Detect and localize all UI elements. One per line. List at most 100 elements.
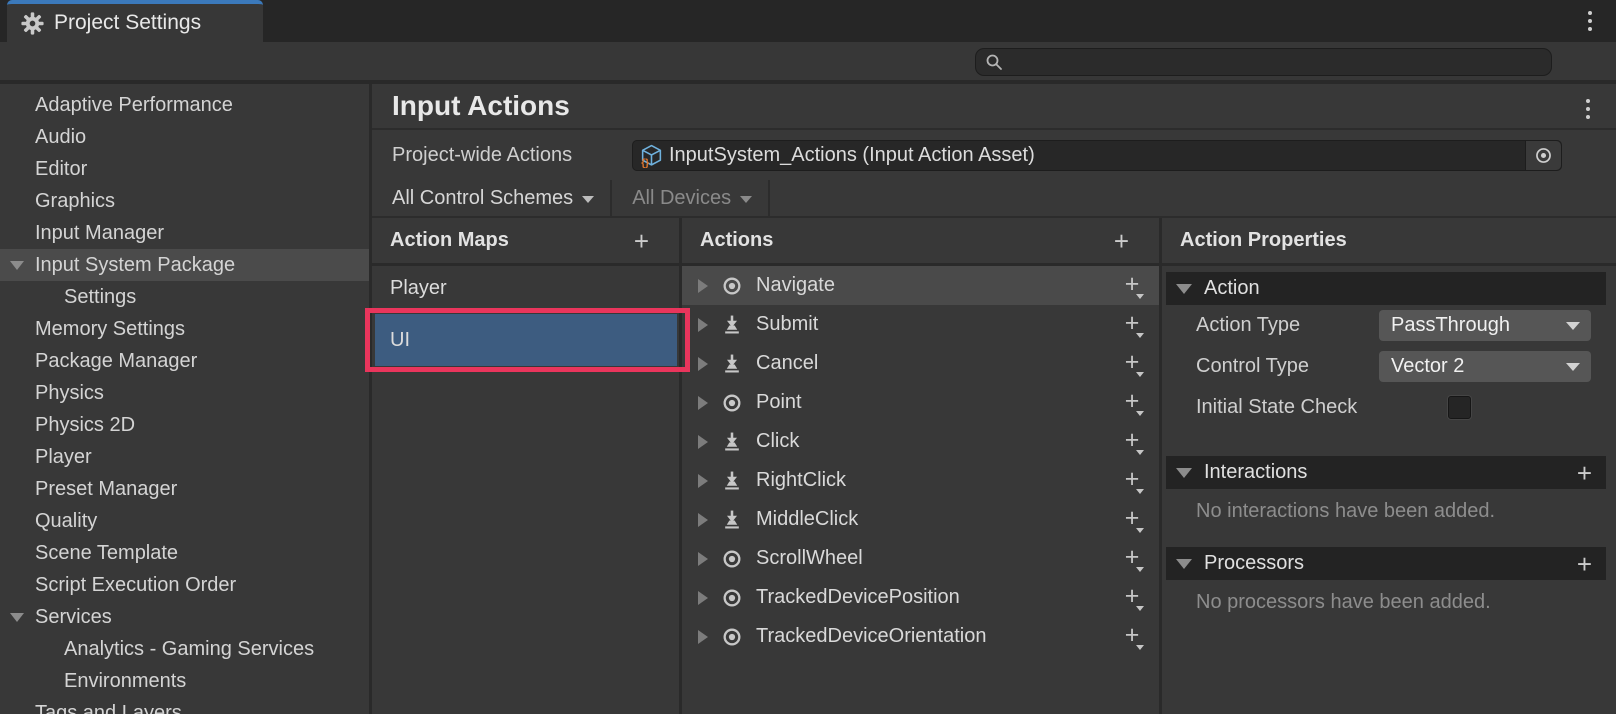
action-row-trackeddeviceorientation[interactable]: TrackedDeviceOrientation + [682,617,1159,656]
sidebar-item-player[interactable]: Player [0,441,369,473]
tab-title: Project Settings [54,11,201,35]
interactions-section-foldout[interactable]: Interactions + [1166,456,1606,489]
tab-project-settings[interactable]: Project Settings [7,0,263,42]
action-row-submit[interactable]: Submit + [682,305,1159,344]
control-type-row: Control Type Vector 2 [1166,346,1606,387]
add-binding-button[interactable]: + [1119,310,1145,340]
caret-down-icon [1136,528,1144,533]
object-picker-button[interactable] [1525,141,1561,170]
action-type-dropdown[interactable]: PassThrough [1379,310,1591,341]
action-map-player[interactable]: Player [372,270,679,306]
caret-down-icon [1136,489,1144,494]
sidebar-item-memory-settings[interactable]: Memory Settings [0,313,369,345]
add-action-map-button[interactable]: + [634,228,649,254]
foldout-expanded-icon[interactable] [10,261,24,270]
action-map-ui[interactable]: UI [375,314,677,366]
sidebar-item-script-execution-order[interactable]: Script Execution Order [0,569,369,601]
expander-collapsed-icon[interactable] [698,552,708,566]
expander-collapsed-icon[interactable] [698,591,708,605]
add-binding-button[interactable]: + [1119,622,1145,652]
expander-collapsed-icon[interactable] [698,318,708,332]
sidebar-item-editor[interactable]: Editor [0,153,369,185]
foldout-expanded-icon [1176,284,1192,294]
expander-collapsed-icon[interactable] [698,396,708,410]
add-processor-button[interactable]: + [1577,551,1592,577]
expander-collapsed-icon[interactable] [698,630,708,644]
sidebar-item-quality[interactable]: Quality [0,505,369,537]
project-wide-actions-object-field[interactable]: {} InputSystem_Actions (Input Action Ass… [632,140,1562,171]
input-action-asset-icon: {} [639,143,664,168]
add-binding-button[interactable]: + [1119,583,1145,613]
sidebar-item-physics-2d[interactable]: Physics 2D [0,409,369,441]
chevron-down-icon [582,196,594,203]
expander-collapsed-icon[interactable] [698,435,708,449]
processors-section-foldout[interactable]: Processors + [1166,547,1606,580]
devices-dropdown[interactable]: All Devices [612,180,770,216]
asset-field-value: InputSystem_Actions (Input Action Asset) [669,144,1035,167]
search-box[interactable] [975,48,1552,76]
add-action-button[interactable]: + [1114,228,1129,254]
expander-collapsed-icon[interactable] [698,279,708,293]
sidebar-item-physics[interactable]: Physics [0,377,369,409]
button-action-icon [721,431,743,453]
sidebar-item-adaptive-performance[interactable]: Adaptive Performance [0,89,369,121]
control-schemes-dropdown[interactable]: All Control Schemes [372,180,612,216]
project-settings-window: Project Settings Adaptive Performance Au… [0,0,1616,714]
initial-state-check-checkbox[interactable] [1448,396,1471,419]
sidebar-item-input-manager[interactable]: Input Manager [0,217,369,249]
sidebar-item-scene-template[interactable]: Scene Template [0,537,369,569]
actions-column: Actions + Navigate + Submit + [682,218,1162,714]
sidebar-item-input-system-package[interactable]: Input System Package [0,249,369,281]
search-input[interactable] [1009,52,1542,72]
sidebar-item-settings[interactable]: Settings [0,281,369,313]
action-section-foldout[interactable]: Action [1166,272,1606,305]
action-type-row: Action Type PassThrough [1166,305,1606,346]
sidebar-item-environments[interactable]: Environments [0,665,369,697]
sidebar-item-services[interactable]: Services [0,601,369,633]
expander-collapsed-icon[interactable] [698,474,708,488]
action-row-trackeddeviceposition[interactable]: TrackedDevicePosition + [682,578,1159,617]
expander-collapsed-icon[interactable] [698,513,708,527]
add-binding-button[interactable]: + [1119,271,1145,301]
expander-collapsed-icon[interactable] [698,357,708,371]
value-action-icon [721,275,743,297]
window-menu-kebab-icon[interactable] [1584,7,1596,35]
project-wide-actions-label: Project-wide Actions [392,144,632,167]
add-binding-button[interactable]: + [1119,466,1145,496]
sidebar-item-package-manager[interactable]: Package Manager [0,345,369,377]
button-action-icon [721,353,743,375]
foldout-expanded-icon[interactable] [10,613,24,622]
action-row-middleclick[interactable]: MiddleClick + [682,500,1159,539]
sidebar-item-graphics[interactable]: Graphics [0,185,369,217]
sidebar-item-tags-and-layers[interactable]: Tags and Layers [0,697,369,714]
sidebar-item-audio[interactable]: Audio [0,121,369,153]
sidebar-item-preset-manager[interactable]: Preset Manager [0,473,369,505]
caret-down-icon [1136,606,1144,611]
button-action-icon [721,509,743,531]
caret-down-icon [1136,372,1144,377]
toolbar [0,42,1616,84]
tab-bar: Project Settings [0,0,1616,42]
input-actions-panel: Input Actions Project-wide Actions {} In… [372,84,1616,714]
interactions-empty-note: No interactions have been added. [1166,489,1606,547]
action-row-point[interactable]: Point + [682,383,1159,422]
action-row-cancel[interactable]: Cancel + [682,344,1159,383]
add-binding-button[interactable]: + [1119,505,1145,535]
editor-columns: Action Maps + Player UI Actions + [372,218,1616,714]
add-binding-button[interactable]: + [1119,427,1145,457]
sidebar-item-analytics-gaming-services[interactable]: Analytics - Gaming Services [0,633,369,665]
gear-icon [21,12,44,35]
add-interaction-button[interactable]: + [1577,460,1592,486]
caret-down-icon [1136,294,1144,299]
input-actions-menu-kebab-icon[interactable] [1582,95,1594,123]
caret-down-icon [1136,450,1144,455]
control-type-dropdown[interactable]: Vector 2 [1379,351,1591,382]
add-binding-button[interactable]: + [1119,388,1145,418]
add-binding-button[interactable]: + [1119,349,1145,379]
action-row-navigate[interactable]: Navigate + [682,266,1159,305]
action-row-scrollwheel[interactable]: ScrollWheel + [682,539,1159,578]
add-binding-button[interactable]: + [1119,544,1145,574]
schemes-toolbar: All Control Schemes All Devices [372,180,1616,218]
action-row-click[interactable]: Click + [682,422,1159,461]
action-row-rightclick[interactable]: RightClick + [682,461,1159,500]
